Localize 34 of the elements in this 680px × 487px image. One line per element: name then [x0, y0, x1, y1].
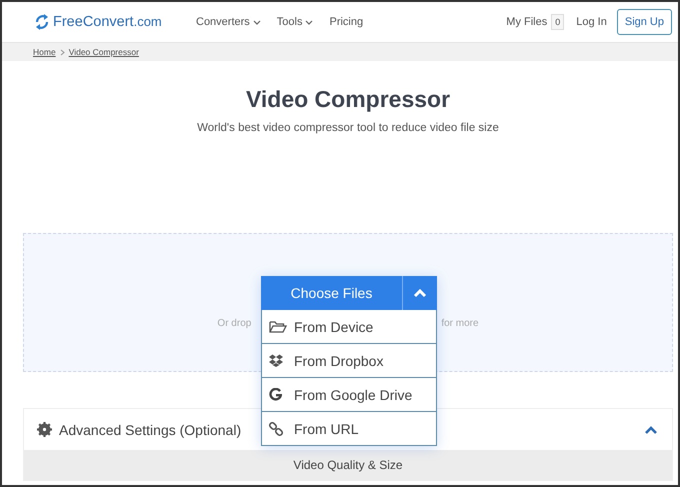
- link-icon: [269, 422, 283, 436]
- folder-icon: [269, 320, 287, 334]
- drop-hint: for more: [441, 318, 479, 329]
- drop-hint: Or drop: [217, 318, 252, 329]
- caret-icon: [305, 18, 314, 26]
- page-title: Video Compressor: [244, 86, 452, 113]
- my-files-link[interactable]: My Files: [506, 16, 548, 28]
- menu-item[interactable]: From Device: [262, 310, 436, 343]
- signup-button[interactable]: Sign Up: [616, 9, 672, 35]
- breadcrumb-link[interactable]: Home: [33, 47, 56, 57]
- collapse-toggle[interactable]: [644, 424, 658, 434]
- menu-item[interactable]: From Google Drive: [262, 377, 436, 411]
- login-link[interactable]: Log In: [576, 16, 607, 28]
- settings-title[interactable]: Advanced Settings (Optional): [59, 422, 242, 438]
- refresh-icon: [34, 13, 50, 31]
- site-logo[interactable]: FreeConvert.com: [53, 14, 162, 30]
- google-icon: [269, 388, 282, 401]
- nav-link[interactable]: Converters: [196, 16, 261, 28]
- page-subtitle: World's best video compressor tool to reduce video file size: [196, 122, 500, 134]
- dropdown-toggle-button[interactable]: [402, 276, 437, 310]
- nav-link[interactable]: Pricing: [329, 16, 364, 28]
- gear-icon: [37, 422, 52, 437]
- choose-files-button[interactable]: Choose Files: [261, 276, 402, 310]
- chevron-icon: [60, 48, 65, 56]
- file-count-badge: 0: [551, 14, 564, 30]
- menu-item[interactable]: From URL: [262, 411, 436, 445]
- caret-icon: [252, 18, 261, 26]
- nav-link[interactable]: Tools: [276, 16, 314, 28]
- section-heading: Video Quality & Size: [24, 450, 672, 480]
- chevron-up-icon: [413, 288, 427, 298]
- breadcrumb-link[interactable]: Video Compressor: [68, 47, 139, 57]
- chevron-up-icon: [644, 424, 658, 434]
- dropbox-icon: [269, 354, 283, 367]
- menu-item[interactable]: From Dropbox: [262, 343, 436, 377]
